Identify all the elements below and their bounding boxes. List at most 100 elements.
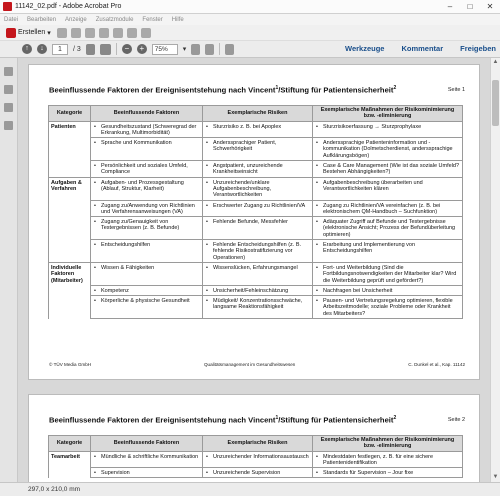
bullet-icon: • xyxy=(206,140,208,147)
risk-cell: • Sturzrisiko z. B. bei Apoplex xyxy=(202,120,313,139)
scroll-down-icon[interactable]: ▼ xyxy=(492,474,499,481)
footer-copyright: © TÜV Media GmbH xyxy=(49,362,92,367)
measure-cell: • Nachfragen bei Unsicherheit xyxy=(312,284,463,297)
page-total: / 3 xyxy=(73,45,81,53)
table-row: • Persönlichkeit und soziales Umfeld, Com… xyxy=(48,160,463,178)
page-down-icon[interactable]: ↓ xyxy=(37,44,47,54)
attach-icon[interactable] xyxy=(126,27,137,38)
read-mode-icon[interactable] xyxy=(225,43,235,55)
measure-cell: • Mindestdaten festlegen, z. B. für eine … xyxy=(312,450,463,469)
page-thumbnails-icon[interactable] xyxy=(4,67,13,76)
bullet-icon: • xyxy=(316,264,318,271)
table-row: Patienten • Gesundheitszustand (Schweregra… xyxy=(48,120,463,139)
measure-cell: • Adäquater Zugriff auf Befunde und Teste… xyxy=(312,216,463,241)
menu-hilfe[interactable]: Hilfe xyxy=(172,17,184,23)
tools-link[interactable]: Werkzeuge xyxy=(345,44,384,53)
status-bar: 297,0 x 210,0 mm xyxy=(0,482,500,496)
factor-text: Entscheidungshilfen xyxy=(101,242,151,249)
signatures-icon[interactable] xyxy=(4,121,13,130)
measure-text: Sturzrisikoerfassung → Sturzprophylaxe xyxy=(323,123,422,130)
table-row: • Zugang zu/Genauigkeit von Testergebniss… xyxy=(48,216,463,241)
factor-cell: • Aufgaben- und Prozessgestaltung (Ablauf… xyxy=(90,176,203,201)
vertical-scrollbar[interactable]: ▲ ▼ xyxy=(490,58,500,482)
navigation-pane xyxy=(0,58,18,482)
measure-cell: • Sturzrisikoerfassung → Sturzprophylaxe xyxy=(312,120,463,139)
column-header: Kategorie xyxy=(48,435,91,452)
attachments-icon[interactable] xyxy=(4,103,13,112)
select-cursor-icon[interactable] xyxy=(85,43,95,55)
bullet-icon: • xyxy=(206,179,208,186)
bullet-icon: • xyxy=(94,242,96,249)
table-row: • Entscheidungshilfen • Fehlende Entscheidu… xyxy=(48,239,463,263)
table-row: Aufgaben & Verfahren • Aufgaben- und Proze… xyxy=(48,176,463,201)
bookmarks-icon[interactable] xyxy=(4,85,13,94)
measure-text: Case & Care Management (Wie ist das sozi… xyxy=(323,163,460,176)
share-link[interactable]: Freigeben xyxy=(460,44,496,53)
table-row: Individuelle Faktoren (Mitarbeiter) • Wiss… xyxy=(48,261,463,286)
menu-bearbeiten[interactable]: Bearbeiten xyxy=(27,17,56,23)
window-title: 11142_02.pdf - Adobe Acrobat Pro xyxy=(15,3,122,10)
zoom-in-icon[interactable]: + xyxy=(136,44,147,54)
menu-fenster[interactable]: Fenster xyxy=(142,17,162,23)
measure-cell: • Erarbeitung und Implementierung von Ent… xyxy=(312,239,463,263)
risk-cell: • Unsicherheit/Fehleinschätzung xyxy=(202,284,313,297)
risk-text: Müdigkeit/ Konzentrationsschwäche, langs… xyxy=(213,298,303,311)
risk-text: Unsicherheit/Fehleinschätzung xyxy=(213,287,289,294)
menu-datei[interactable]: Datei xyxy=(4,17,18,23)
scrollbar-thumb[interactable] xyxy=(492,80,499,126)
factor-text: Gesundheitszustand (Schweregrad der Erkr… xyxy=(101,123,197,136)
risk-text: Unzureichender Informationsaustausch xyxy=(213,453,309,460)
print-icon[interactable] xyxy=(84,27,95,38)
bullet-icon: • xyxy=(316,163,318,170)
zoom-select[interactable]: 75% xyxy=(151,43,178,55)
comment-link[interactable]: Kommentar xyxy=(401,44,443,53)
scroll-up-icon[interactable]: ▲ xyxy=(492,59,499,66)
table-header-row: Kategorie Beeinflussende Faktoren Exemplar… xyxy=(48,435,463,452)
page-number-input[interactable]: 1 xyxy=(52,43,68,55)
bullet-icon: • xyxy=(316,470,318,477)
risk-text: Sturzrisiko z. B. bei Apoplex xyxy=(213,123,282,130)
risk-cell: • Angstpatient, unzureichende Krankheitse… xyxy=(202,160,313,178)
measure-cell: • Case & Care Management (Wie ist das soz… xyxy=(312,160,463,178)
form-icon[interactable] xyxy=(140,27,151,38)
measure-cell: • Anderssprachige Patienteninformation un… xyxy=(312,137,463,162)
menu-anzeige[interactable]: Anzeige xyxy=(65,17,87,23)
acrobat-app-icon xyxy=(3,2,12,11)
risk-cell: • Wissenslücken, Erfahrungsmangel xyxy=(202,261,313,286)
hand-tool-icon[interactable] xyxy=(99,43,111,55)
create-label: Erstellen xyxy=(18,29,46,36)
bullet-icon: • xyxy=(206,264,208,271)
task-pane-links: Werkzeuge Kommentar Freigeben xyxy=(345,44,496,53)
menu-zusatzmodule[interactable]: Zusatzmodule xyxy=(96,17,134,23)
save-icon[interactable] xyxy=(70,27,81,38)
page-up-icon[interactable]: ↑ xyxy=(22,44,32,54)
page-title: Beeinflussende Faktoren der Ereignisents… xyxy=(49,85,397,95)
close-button[interactable]: ✕ xyxy=(480,0,500,13)
create-button[interactable]: Erstellen ▾ xyxy=(4,27,53,39)
footer-title: Qualitätsmanagement im Gesundheitswesen xyxy=(203,362,296,367)
category-cell xyxy=(48,285,91,296)
page-label: Seite 2 xyxy=(447,417,465,423)
open-folder-icon[interactable] xyxy=(56,27,67,38)
minimize-button[interactable]: – xyxy=(440,0,460,13)
scroll-mode-icon[interactable] xyxy=(205,43,215,55)
bullet-icon: • xyxy=(206,163,208,170)
measure-text: Pausen- und Vertretungsregelung optimier… xyxy=(323,298,453,317)
fit-page-icon[interactable] xyxy=(191,43,201,55)
category-cell xyxy=(48,160,91,178)
column-header: Kategorie xyxy=(48,105,91,122)
category-cell: Patienten xyxy=(48,120,91,138)
maximize-button[interactable]: □ xyxy=(460,0,480,13)
factor-text: Kompetenz xyxy=(101,287,129,294)
table-row: • Zugang zu/Anwendung von Richtlinien und… xyxy=(48,199,463,218)
comment-icon[interactable] xyxy=(112,27,123,38)
bullet-icon: • xyxy=(94,202,96,209)
risk-cell: • Fehlende Befunde, Messfehler xyxy=(202,216,313,241)
bullet-icon: • xyxy=(94,219,96,226)
bullet-icon: • xyxy=(206,287,208,294)
zoom-chevron-down-icon[interactable]: ▾ xyxy=(183,45,187,53)
factor-text: Persönlichkeit und soziales Umfeld, Comp… xyxy=(101,163,188,176)
email-icon[interactable] xyxy=(98,27,109,38)
zoom-out-icon[interactable]: − xyxy=(121,44,132,54)
factor-cell: • Supervision xyxy=(90,467,203,479)
